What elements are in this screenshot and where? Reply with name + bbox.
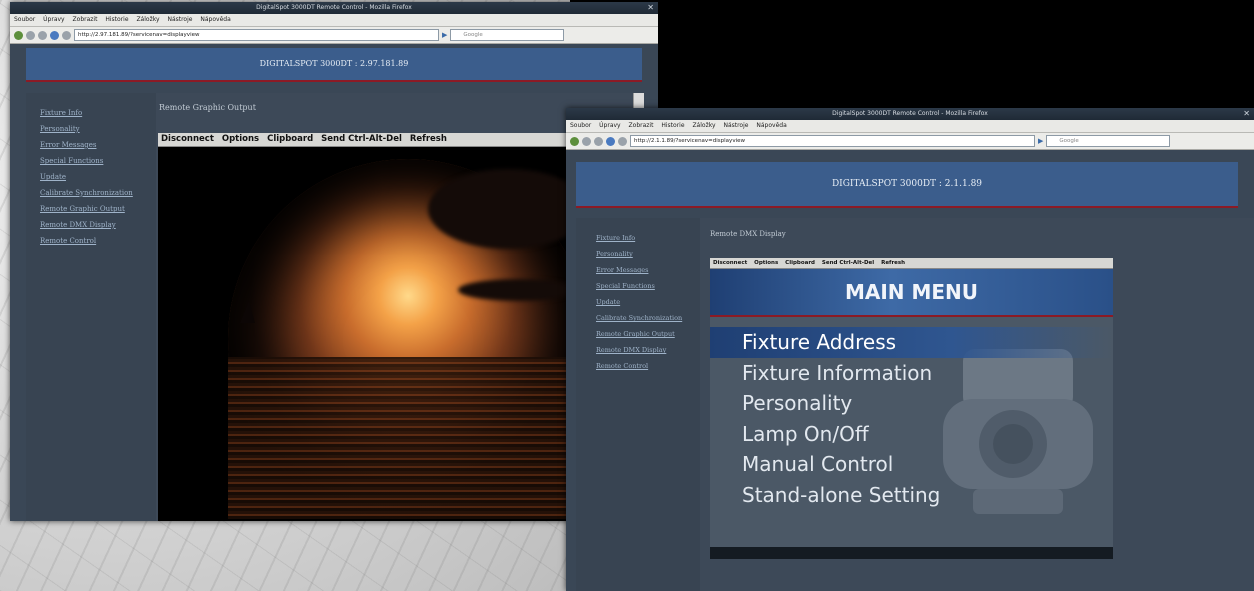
window-title: DigitalSpot 3000DT Remote Control - Mozi… xyxy=(832,110,988,117)
sailboat-icon xyxy=(240,301,255,323)
menu-fixture-address[interactable]: Fixture Address xyxy=(710,327,1113,358)
sunset-image xyxy=(228,159,578,519)
sidebar-item-remote-graphic[interactable]: Remote Graphic Output xyxy=(576,326,700,342)
titlebar-left[interactable]: DigitalSpot 3000DT Remote Control - Mozi… xyxy=(10,2,658,14)
reload-icon[interactable] xyxy=(38,30,47,40)
sidebar-item-update[interactable]: Update xyxy=(26,169,156,185)
menu-item[interactable]: Záložky xyxy=(692,122,715,129)
sidebar-item-personality[interactable]: Personality xyxy=(26,121,156,137)
home-icon[interactable] xyxy=(50,30,59,40)
menubar-right: Soubor Úpravy Zobrazit Historie Záložky … xyxy=(566,120,1254,133)
sidebar-item-remote-dmx[interactable]: Remote DMX Display xyxy=(576,342,700,358)
remote-toolbar: Disconnect Options Clipboard Send Ctrl-A… xyxy=(710,258,1113,269)
device-header-text: DIGITALSPOT 3000DT : 2.97.181.89 xyxy=(259,59,409,68)
go-icon[interactable]: ▶ xyxy=(1038,137,1043,145)
menu-item[interactable]: Záložky xyxy=(136,16,159,23)
menu-item[interactable]: Soubor xyxy=(14,16,35,23)
sidebar-item-remote-control[interactable]: Remote Control xyxy=(26,233,156,249)
sea xyxy=(228,357,578,519)
home-icon[interactable] xyxy=(606,136,615,146)
options-button[interactable]: Options xyxy=(754,260,778,266)
menu-item[interactable]: Zobrazit xyxy=(629,122,654,129)
navigation-toolbar-left: http://2.97.181.89/?servicenav=displayvi… xyxy=(10,27,658,44)
send-ctrl-alt-del-button[interactable]: Send Ctrl-Alt-Del xyxy=(321,134,402,144)
menu-fixture-information[interactable]: Fixture Information xyxy=(710,358,1113,389)
menu-item[interactable]: Soubor xyxy=(570,122,591,129)
forward-icon[interactable] xyxy=(582,136,591,146)
menu-item[interactable]: Úpravy xyxy=(43,16,64,23)
menu-personality[interactable]: Personality xyxy=(710,388,1113,419)
reload-icon[interactable] xyxy=(594,136,603,146)
menu-item[interactable]: Nástroje xyxy=(723,122,748,129)
sidebar-item-calibrate[interactable]: Calibrate Synchronization xyxy=(26,185,156,201)
menu-item[interactable]: Zobrazit xyxy=(73,16,98,23)
sidebar-nav-right: Fixture Info Personality Error Messages … xyxy=(576,218,700,591)
display-footer-bar xyxy=(710,547,1113,559)
search-input[interactable]: Google xyxy=(450,29,565,41)
go-icon[interactable]: ▶ xyxy=(442,31,447,39)
navigation-toolbar-right: http://2.1.1.89/?servicenav=displayview … xyxy=(566,133,1254,150)
menu-item[interactable]: Historie xyxy=(661,122,684,129)
close-icon[interactable]: ✕ xyxy=(1243,108,1250,120)
device-header-text: DIGITALSPOT 3000DT : 2.1.1.89 xyxy=(831,179,983,189)
remote-toolbar: Disconnect Options Clipboard Send Ctrl-A… xyxy=(158,133,581,147)
refresh-button[interactable]: Refresh xyxy=(410,134,447,144)
cloud xyxy=(458,279,578,301)
clipboard-button[interactable]: Clipboard xyxy=(785,260,815,266)
menu-stand-alone-setting[interactable]: Stand-alone Setting xyxy=(710,480,1113,511)
menu-manual-control[interactable]: Manual Control xyxy=(710,449,1113,480)
menu-item[interactable]: Úpravy xyxy=(599,122,620,129)
sidebar-nav-left: Fixture Info Personality Error Messages … xyxy=(26,93,156,521)
sidebar-item-personality[interactable]: Personality xyxy=(576,246,700,262)
browser-window-right: DigitalSpot 3000DT Remote Control - Mozi… xyxy=(566,108,1254,591)
window-title: DigitalSpot 3000DT Remote Control - Mozi… xyxy=(256,4,412,11)
menu-lamp-on-off[interactable]: Lamp On/Off xyxy=(710,419,1113,450)
remote-display-screen[interactable]: MAIN MENU Fixture Address Fixture Inform… xyxy=(710,269,1113,559)
menu-item[interactable]: Nápověda xyxy=(200,16,230,23)
menu-item[interactable]: Nástroje xyxy=(167,16,192,23)
close-icon[interactable]: ✕ xyxy=(647,2,654,14)
cloud xyxy=(428,169,578,249)
options-button[interactable]: Options xyxy=(222,134,259,144)
send-ctrl-alt-del-button[interactable]: Send Ctrl-Alt-Del xyxy=(822,260,874,266)
device-header: DIGITALSPOT 3000DT : 2.1.1.89 xyxy=(576,162,1238,208)
sidebar-item-update[interactable]: Update xyxy=(576,294,700,310)
sidebar-item-fixture-info[interactable]: Fixture Info xyxy=(576,230,700,246)
sidebar-item-fixture-info[interactable]: Fixture Info xyxy=(26,105,156,121)
sidebar-item-remote-control[interactable]: Remote Control xyxy=(576,358,700,374)
sidebar-item-special-functions[interactable]: Special Functions xyxy=(26,153,156,169)
back-icon[interactable] xyxy=(14,30,23,40)
browser-window-left: DigitalSpot 3000DT Remote Control - Mozi… xyxy=(10,2,658,521)
disconnect-button[interactable]: Disconnect xyxy=(713,260,747,266)
forward-icon[interactable] xyxy=(26,30,35,40)
page-title: Remote DMX Display xyxy=(710,230,786,238)
sidebar-item-error-messages[interactable]: Error Messages xyxy=(576,262,700,278)
main-menu-list: Fixture Address Fixture Information Pers… xyxy=(710,327,1113,511)
refresh-button[interactable]: Refresh xyxy=(881,260,905,266)
sidebar-item-remote-dmx[interactable]: Remote DMX Display xyxy=(26,217,156,233)
back-icon[interactable] xyxy=(570,136,579,146)
sidebar-item-calibrate[interactable]: Calibrate Synchronization xyxy=(576,310,700,326)
clipboard-button[interactable]: Clipboard xyxy=(267,134,313,144)
stop-icon[interactable] xyxy=(62,30,71,40)
disconnect-button[interactable]: Disconnect xyxy=(161,134,214,144)
stop-icon[interactable] xyxy=(618,136,627,146)
page-title: Remote Graphic Output xyxy=(159,103,256,112)
menubar-left: Soubor Úpravy Zobrazit Historie Záložky … xyxy=(10,14,658,27)
sidebar-item-remote-graphic[interactable]: Remote Graphic Output xyxy=(26,201,156,217)
sidebar-item-special-functions[interactable]: Special Functions xyxy=(576,278,700,294)
device-header: DIGITALSPOT 3000DT : 2.97.181.89 xyxy=(26,48,642,82)
sidebar-item-error-messages[interactable]: Error Messages xyxy=(26,137,156,153)
menu-item[interactable]: Nápověda xyxy=(756,122,786,129)
search-input[interactable]: Google xyxy=(1046,135,1171,147)
content-area-right: Remote DMX Display Disconnect Options Cl… xyxy=(700,218,1254,591)
remote-display-screen[interactable] xyxy=(158,147,578,521)
menu-item[interactable]: Historie xyxy=(105,16,128,23)
main-menu-title: MAIN MENU xyxy=(710,269,1113,317)
titlebar-right[interactable]: DigitalSpot 3000DT Remote Control - Mozi… xyxy=(566,108,1254,120)
address-bar[interactable]: http://2.1.1.89/?servicenav=displayview xyxy=(630,135,1035,147)
address-bar[interactable]: http://2.97.181.89/?servicenav=displayvi… xyxy=(74,29,439,41)
